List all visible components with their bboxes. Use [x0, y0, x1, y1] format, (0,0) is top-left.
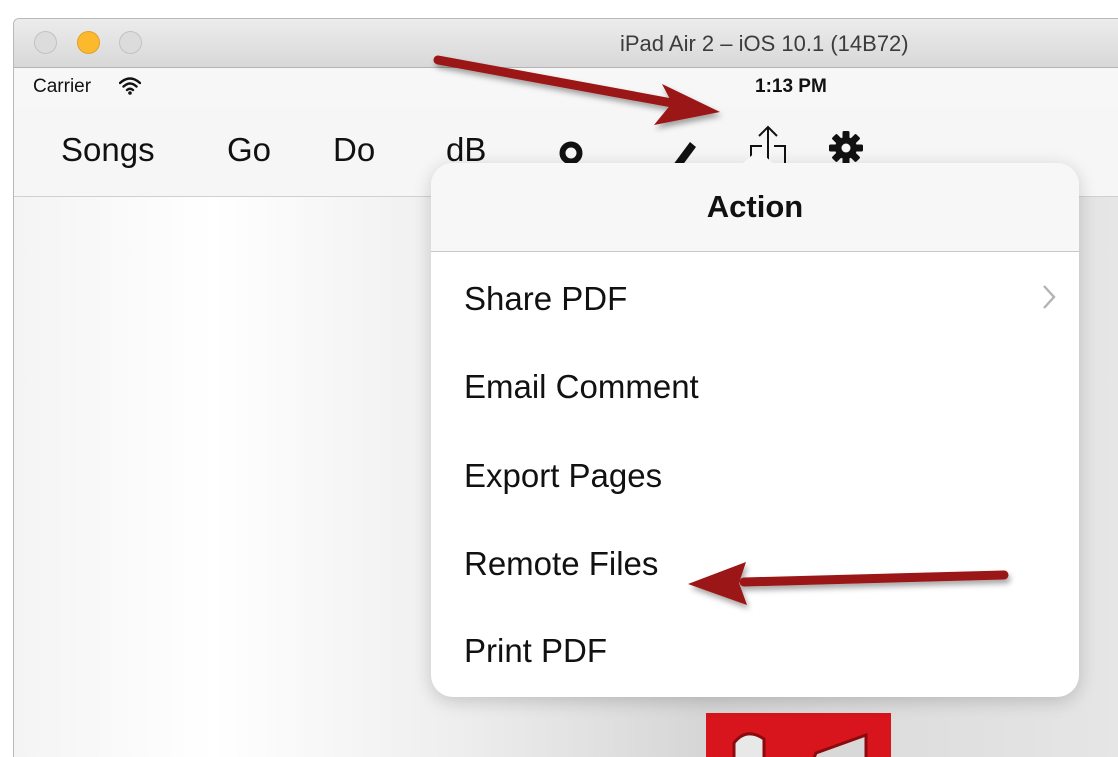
chevron-right-icon: [1043, 285, 1056, 309]
record-icon[interactable]: [559, 141, 583, 165]
screenshot: iPad Air 2 – iOS 10.1 (14B72) Carrier 1:…: [0, 0, 1118, 757]
action-label: Export Pages: [464, 457, 663, 494]
action-label: Remote Files: [464, 545, 659, 582]
red-app-graphic: [706, 713, 891, 757]
window-titlebar: iPad Air 2 – iOS 10.1 (14B72): [14, 19, 1118, 68]
wifi-icon: [119, 77, 141, 95]
action-popover: Action Share PDF Email Comment Export Pa…: [431, 150, 1079, 697]
carrier-label: Carrier: [33, 76, 92, 97]
action-label: Share PDF: [464, 280, 628, 317]
minimize-window-button[interactable]: [77, 31, 100, 54]
share-pdf-item[interactable]: Share PDF: [431, 252, 1079, 340]
popover-title: Action: [706, 189, 804, 224]
close-window-button[interactable]: [34, 31, 57, 54]
action-label: Print PDF: [464, 632, 608, 669]
print-pdf-item[interactable]: Print PDF: [431, 604, 1079, 692]
action-label: Email Comment: [464, 368, 699, 405]
email-comment-item[interactable]: Email Comment: [431, 340, 1079, 428]
songs-button[interactable]: Songs: [61, 131, 155, 169]
status-time: 1:13 PM: [755, 76, 827, 97]
window-title: iPad Air 2 – iOS 10.1 (14B72): [620, 31, 909, 56]
do-button[interactable]: Do: [333, 131, 375, 169]
popover-header: Action: [431, 163, 1079, 252]
go-button[interactable]: Go: [227, 131, 271, 169]
ios-status-bar: Carrier 1:13 PM: [14, 68, 1118, 106]
remote-files-item[interactable]: Remote Files: [431, 517, 1079, 605]
export-pages-item[interactable]: Export Pages: [431, 429, 1079, 517]
zoom-window-button[interactable]: [119, 31, 142, 54]
popover-arrow: [742, 150, 774, 164]
